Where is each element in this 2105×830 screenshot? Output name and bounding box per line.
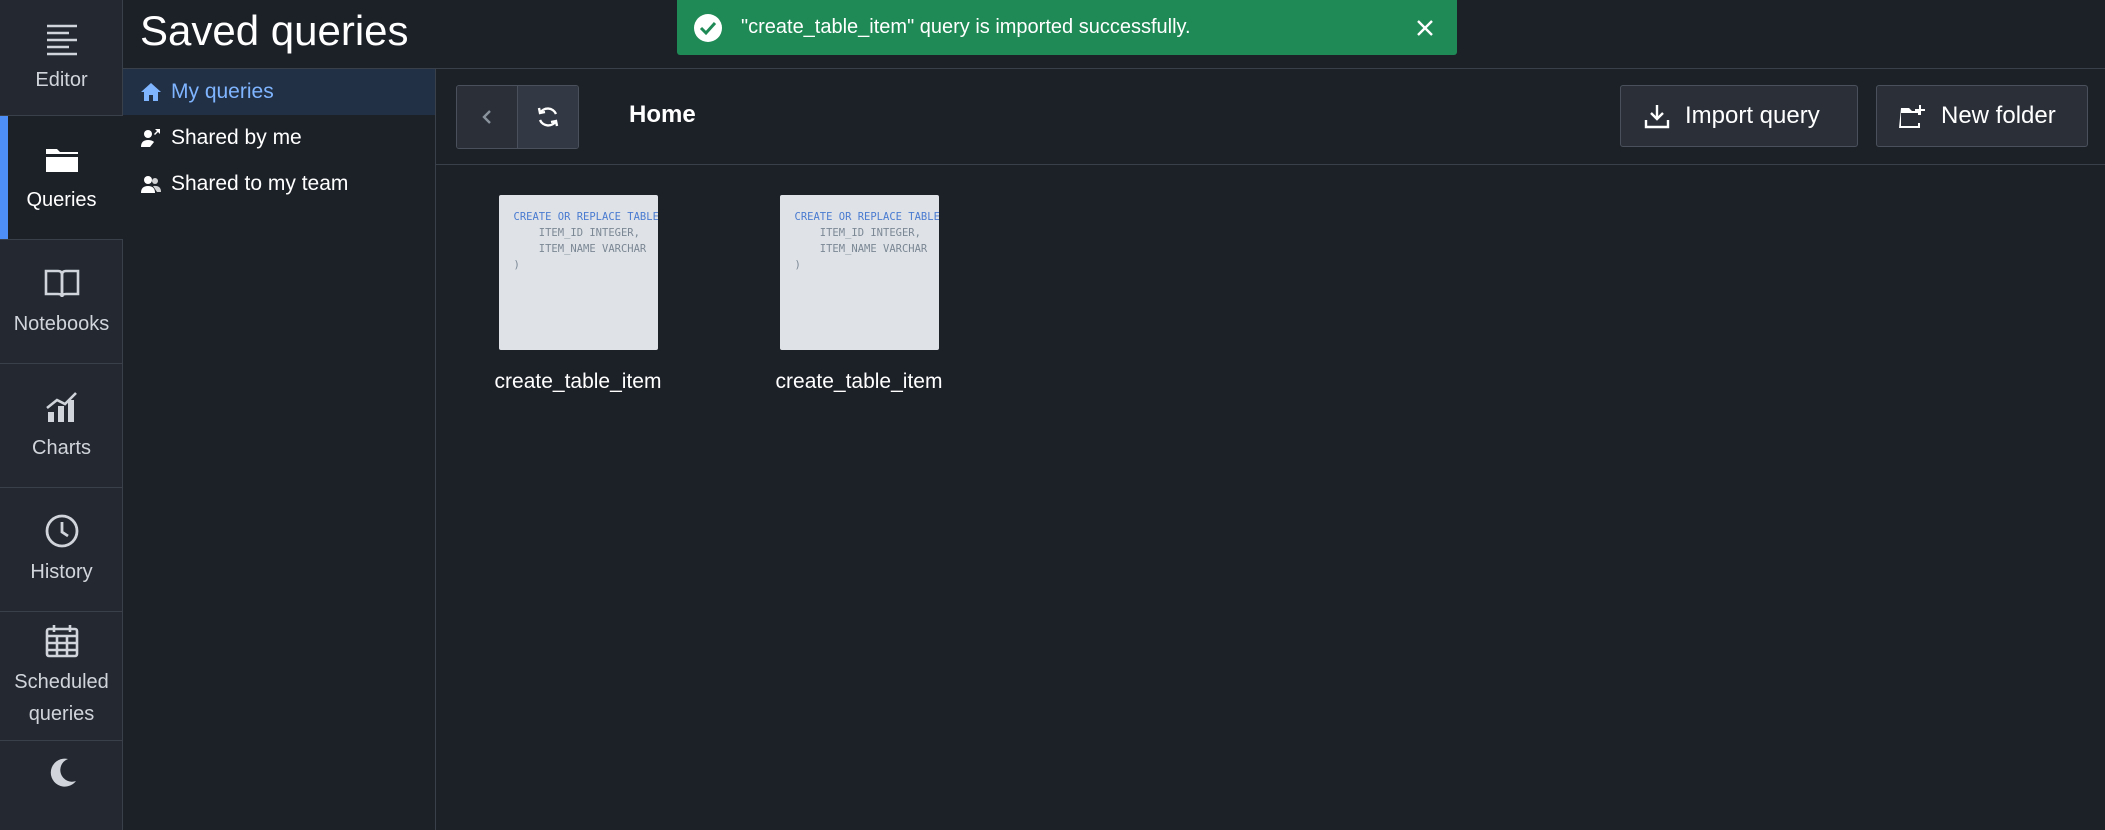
preview-line: ITEM_ID INTEGER, [513,227,640,239]
calendar-icon [45,625,78,658]
refresh-icon [537,107,559,127]
book-icon [44,269,79,297]
nav-editor[interactable]: Editor [0,0,123,116]
preview-line: ITEM_ID INTEGER, [794,227,921,239]
preview-line: ITEM_NAME VARCHAR [794,243,928,255]
folder-icon [45,148,78,172]
nav-scheduled-queries[interactable]: Scheduled queries [0,612,123,741]
nav-charts[interactable]: Charts [0,364,123,488]
preview-line: CREATE OR REPLACE TABLE item ( [513,211,658,223]
theme-toggle[interactable] [0,741,123,830]
import-query-label: Import query [1685,102,1820,129]
nav-rail: Editor Queries Notebooks Charts History [0,0,123,830]
close-icon[interactable] [1413,16,1437,40]
folder-plus-icon [1899,105,1925,128]
query-name: create_table_item [775,370,943,393]
success-toast: "create_table_item" query is imported su… [677,0,1457,55]
moon-icon [50,758,76,787]
folder-shared-by-me[interactable]: Shared by me [123,115,435,161]
folder-shared-by-me-label: Shared by me [171,126,302,149]
download-icon [1644,105,1670,129]
nav-editor-label: Editor [35,68,88,91]
nav-notebooks-label: Notebooks [13,312,110,335]
preview-line: ) [513,259,520,271]
query-preview-thumbnail: CREATE OR REPLACE TABLE item ( ITEM_ID I… [498,195,658,350]
toast-message: "create_table_item" query is imported su… [741,16,1191,38]
new-folder-button[interactable]: New folder [1876,85,2088,147]
breadcrumb-home[interactable]: Home [629,101,696,129]
import-query-button[interactable]: Import query [1620,85,1858,147]
preview-line: ) [794,259,801,271]
nav-charts-label: Charts [32,436,91,459]
query-preview-thumbnail: CREATE OR REPLACE TABLE item ( ITEM_ID I… [779,195,939,350]
nav-history[interactable]: History [0,488,123,612]
saved-queries-grid: CREATE OR REPLACE TABLE item ( ITEM_ID I… [436,165,2105,830]
nav-scheduled-label: Scheduled queries [14,671,109,725]
folder-shared-to-team[interactable]: Shared to my team [123,161,435,207]
preview-line: CREATE OR REPLACE TABLE item ( [794,211,939,223]
home-icon [141,83,161,101]
new-folder-label: New folder [1941,102,2056,129]
check-circle-icon [694,13,722,42]
nav-history-label: History [30,560,93,583]
toolbar: Home Import query New folder [436,69,2105,165]
clock-icon [45,514,78,547]
query-card[interactable]: CREATE OR REPLACE TABLE item ( ITEM_ID I… [759,195,959,394]
query-name: create_table_item [494,370,662,393]
user-share-icon [141,129,160,147]
editor-lines-icon [46,24,77,55]
refresh-button[interactable] [517,86,578,148]
nav-queries-label: Queries [26,188,97,211]
folder-my-queries-label: My queries [171,80,274,103]
chart-icon [45,391,77,422]
nav-button-group [456,85,579,149]
back-button[interactable] [457,86,517,148]
folder-panel: My queries Shared by me Shared to my tea… [123,69,436,830]
folder-my-queries[interactable]: My queries [123,69,435,115]
preview-line: ITEM_NAME VARCHAR [513,243,647,255]
chevron-left-icon [482,110,491,124]
query-card[interactable]: CREATE OR REPLACE TABLE item ( ITEM_ID I… [478,195,678,394]
nav-notebooks[interactable]: Notebooks [0,240,123,364]
nav-queries[interactable]: Queries [0,116,123,240]
page-title: Saved queries [140,7,409,54]
team-icon [141,176,161,193]
folder-shared-to-team-label: Shared to my team [171,172,349,195]
